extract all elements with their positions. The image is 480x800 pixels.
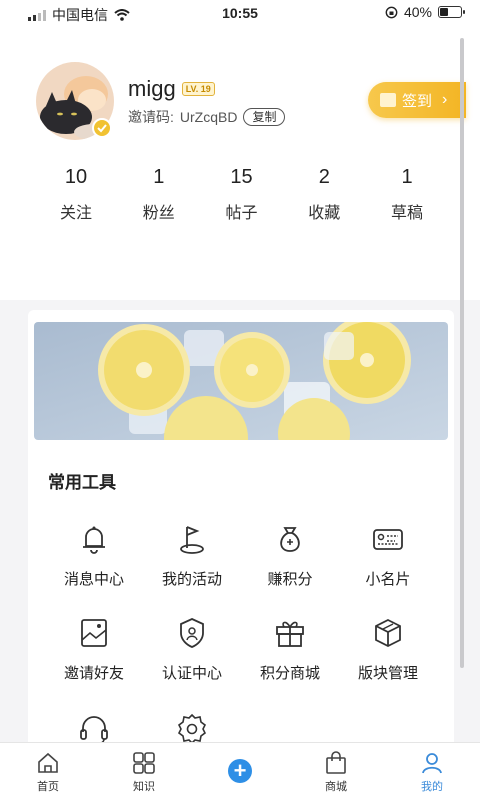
tab-mall[interactable]: 商城 <box>288 743 384 800</box>
content-card: 常用工具 消息中心 我的活动 赚积分 小名片 邀请好友 认证中心 积分商城 版块… <box>28 310 454 756</box>
tab-home[interactable]: 首页 <box>0 743 96 800</box>
tool-earn-points[interactable]: 赚积分 <box>240 522 340 589</box>
money-bag-icon <box>280 527 300 552</box>
rotation-lock-icon <box>385 6 398 18</box>
scrollbar[interactable] <box>460 38 464 668</box>
gear-icon <box>177 713 207 745</box>
verified-badge-icon <box>92 118 112 138</box>
stat-followers[interactable]: 1 粉丝 <box>118 166 200 223</box>
bell-icon <box>83 526 105 554</box>
bottom-tab-bar: 首页 知识 + 商城 我的 <box>0 742 480 800</box>
card-icon <box>373 529 403 550</box>
tab-mine[interactable]: 我的 <box>384 743 480 800</box>
shield-icon <box>180 618 204 648</box>
tab-add[interactable]: + <box>192 743 288 800</box>
flag-icon <box>180 526 204 554</box>
user-icon <box>422 753 442 774</box>
stats-row: 10 关注 1 粉丝 15 帖子 2 收藏 1 草稿 <box>35 166 448 223</box>
signin-label: 签到 <box>402 92 433 110</box>
tool-certification[interactable]: 认证中心 <box>142 616 242 683</box>
tool-message-center[interactable]: 消息中心 <box>44 522 144 589</box>
add-icon: + <box>228 759 252 783</box>
tool-points-mall[interactable]: 积分商城 <box>240 616 340 683</box>
tools-title: 常用工具 <box>48 473 116 492</box>
tool-my-activity[interactable]: 我的活动 <box>142 522 242 589</box>
home-icon <box>38 752 58 773</box>
tool-business-card[interactable]: 小名片 <box>338 522 438 589</box>
tool-board-management[interactable]: 版块管理 <box>338 616 438 683</box>
calendar-icon <box>380 93 396 107</box>
profile-header: migg LV. 19 邀请码: UrZcqBD 复制 签到 › 10 关注 1粉… <box>0 26 480 300</box>
tab-knowledge[interactable]: 知识 <box>96 743 192 800</box>
picture-icon <box>81 619 107 647</box>
grid-icon <box>133 752 155 774</box>
level-badge: LV. 19 <box>181 82 215 96</box>
status-bar: 中国电信 10:55 40% <box>0 0 480 26</box>
headset-icon <box>80 716 108 745</box>
signin-button[interactable]: 签到 › <box>368 82 466 118</box>
invite-code: UrZcqBD <box>179 109 238 125</box>
banner-image[interactable] <box>34 322 448 440</box>
stat-following[interactable]: 10 关注 <box>35 166 117 223</box>
gift-icon <box>276 621 304 647</box>
battery-icon <box>438 6 465 18</box>
bag-icon <box>326 751 346 774</box>
stat-drafts[interactable]: 1 草稿 <box>366 166 448 223</box>
copy-button[interactable]: 复制 <box>243 108 286 126</box>
chevron-right-icon: › <box>442 91 448 108</box>
battery-percent: 40% <box>403 4 432 20</box>
stat-posts[interactable]: 15 帖子 <box>201 166 283 223</box>
cube-icon <box>375 618 401 648</box>
tool-invite-friends[interactable]: 邀请好友 <box>44 616 144 683</box>
stat-favorites[interactable]: 2 收藏 <box>283 166 365 223</box>
invite-label: 邀请码: <box>128 109 174 125</box>
username: migg <box>128 76 176 101</box>
